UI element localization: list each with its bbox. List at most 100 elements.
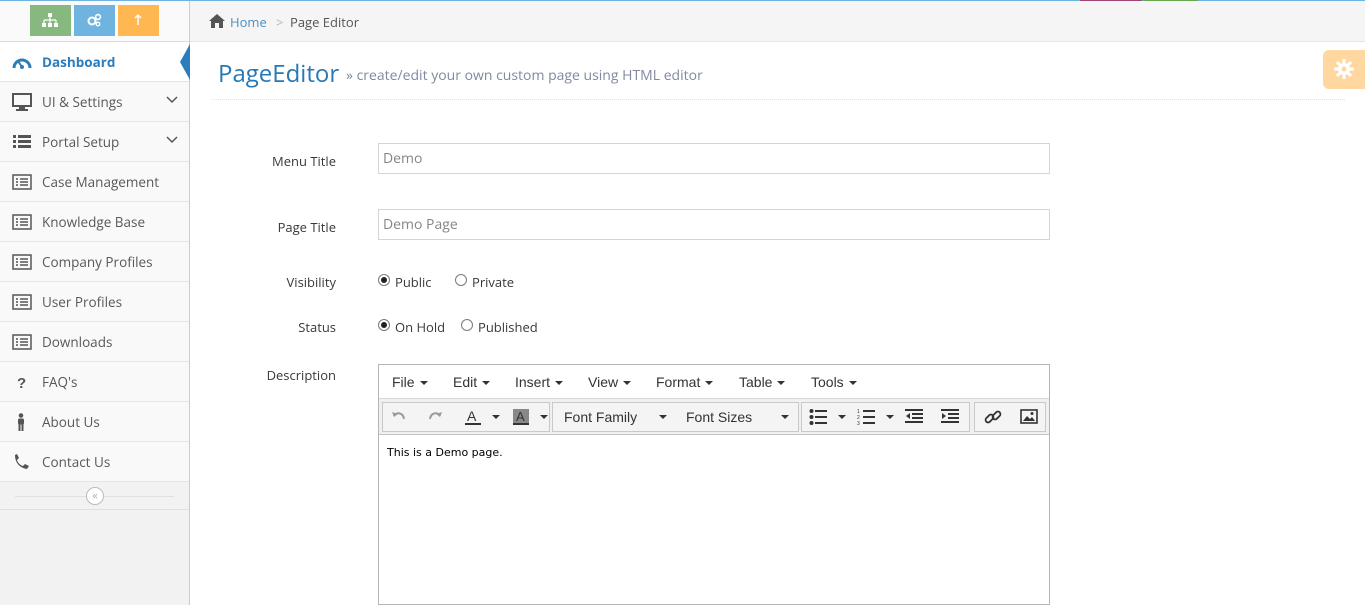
visibility-public-radio[interactable] [378,274,390,286]
page-title-input[interactable] [378,209,1050,240]
page-subtitle: » create/edit your own custom page using… [346,66,703,85]
chevron-down-icon [166,136,178,144]
sidebar-item-portal-setup[interactable]: Portal Setup [0,122,189,162]
double-angle-left-icon[interactable]: « [86,487,104,505]
toolbar-group-history-color: A A [382,402,550,432]
sidebar-item-ui-settings[interactable]: UI & Settings [0,82,189,122]
editor-menu-view[interactable]: View [588,374,632,390]
editor-menu-edit[interactable]: Edit [453,374,491,390]
sidebar-item-label: UI & Settings [42,93,123,111]
shortcut-cogs-button[interactable] [74,5,115,36]
sidebar-item-label: Company Profiles [42,253,153,271]
font-sizes-select[interactable]: Font Sizes [686,409,752,425]
font-family-select[interactable]: Font Family [564,409,637,425]
list-alt-icon [12,214,32,230]
shortcut-sitemap-button[interactable] [30,5,71,36]
editor-content[interactable]: This is a Demo page. [387,446,503,459]
breadcrumb-home-link[interactable]: Home [230,13,267,31]
numbered-list-icon: 123 [857,409,875,426]
indent-button[interactable] [936,407,964,427]
svg-text:A: A [467,408,477,424]
sidebar-item-label: About Us [42,413,100,431]
indent-icon [941,409,959,423]
background-color-icon: A [513,409,529,425]
sidebar: Dashboard UI & Settings Portal Setup Cas… [0,1,190,605]
toolbar-group-lists: 123 [801,402,970,432]
font-family-caret[interactable] [659,415,667,419]
text-color-icon: A [465,408,481,425]
sidebar-item-case-management[interactable]: Case Management [0,162,189,202]
status-on-hold-radio[interactable] [378,319,390,331]
bullet-list-icon [809,409,827,425]
cogs-icon [87,13,102,27]
sidebar-item-knowledge-base[interactable]: Knowledge Base [0,202,189,242]
svg-text:3: 3 [857,421,860,426]
visibility-label: Visibility [286,273,336,291]
sidebar-item-label: Portal Setup [42,133,120,151]
status-on-hold-label: On Hold [395,318,446,336]
numbered-list-caret[interactable] [886,415,894,419]
question-icon: ? [17,375,26,391]
sidebar-item-contact-us[interactable]: Contact Us [0,442,189,482]
page-header: PageEditor » create/edit your own custom… [212,42,1345,100]
bullet-list-caret[interactable] [838,415,846,419]
sitemap-icon [42,13,58,27]
list-alt-icon [12,174,32,190]
menu-title-label: Menu Title [272,152,336,170]
link-icon [984,410,1002,424]
font-sizes-caret[interactable] [781,415,789,419]
redo-icon [429,412,442,420]
undo-button[interactable] [385,407,413,427]
sidebar-shortcuts [0,1,189,42]
chevron-down-icon [166,96,178,104]
insert-image-button[interactable] [1015,407,1043,427]
breadcrumb: Home > Page Editor [190,1,1365,42]
breadcrumb-current: Page Editor [290,13,360,31]
list-alt-icon [12,254,32,270]
sidebar-collapse-bar: « [0,482,189,510]
visibility-public-label: Public [395,273,432,291]
sidebar-item-label: Case Management [42,173,160,191]
upload-icon [134,13,142,25]
shortcut-upload-button[interactable] [118,5,159,36]
status-published-radio[interactable] [461,319,473,331]
toolbar-group-insert [974,402,1046,432]
editor-menu-insert[interactable]: Insert [515,374,564,390]
outdent-button[interactable] [900,407,928,427]
editor-menu-file[interactable]: File [392,374,428,390]
sidebar-item-dashboard[interactable]: Dashboard [0,42,190,82]
visibility-private-label: Private [472,273,515,291]
status-label: Status [298,318,336,336]
toolbar-group-fonts: Font Family Font Sizes [552,402,799,432]
sidebar-item-label: Downloads [42,333,113,351]
insert-link-button[interactable] [979,407,1007,427]
list-icon [13,135,31,148]
editor-toolbar: A A Font Family Font Sizes 123 [379,399,1049,435]
editor-menu-tools[interactable]: Tools [811,374,857,390]
background-color-caret[interactable] [540,415,548,419]
editor-menu-format[interactable]: Format [656,374,714,390]
editor-menu-table[interactable]: Table [739,374,786,390]
visibility-private-radio[interactable] [455,274,467,286]
home-icon [209,14,225,28]
sidebar-item-downloads[interactable]: Downloads [0,322,189,362]
text-color-button[interactable]: A [459,407,487,427]
numbered-list-button[interactable]: 123 [852,407,880,427]
male-icon [18,413,24,431]
page-title-label: Page Title [277,218,336,236]
sidebar-item-user-profiles[interactable]: User Profiles [0,282,189,322]
sidebar-item-about-us[interactable]: About Us [0,402,189,442]
text-color-caret[interactable] [492,415,500,419]
undo-icon [392,412,405,420]
sidebar-item-company-profiles[interactable]: Company Profiles [0,242,189,282]
sidebar-item-label: Knowledge Base [42,213,146,231]
svg-text:?: ? [17,375,26,391]
sidebar-item-faqs[interactable]: ? FAQ's [0,362,189,402]
sidebar-item-label: FAQ's [42,373,78,391]
redo-button[interactable] [421,407,449,427]
desktop-icon [12,93,32,111]
active-indicator [180,44,190,80]
menu-title-input[interactable] [378,143,1050,174]
bullet-list-button[interactable] [804,407,832,427]
background-color-button[interactable]: A [507,407,535,427]
